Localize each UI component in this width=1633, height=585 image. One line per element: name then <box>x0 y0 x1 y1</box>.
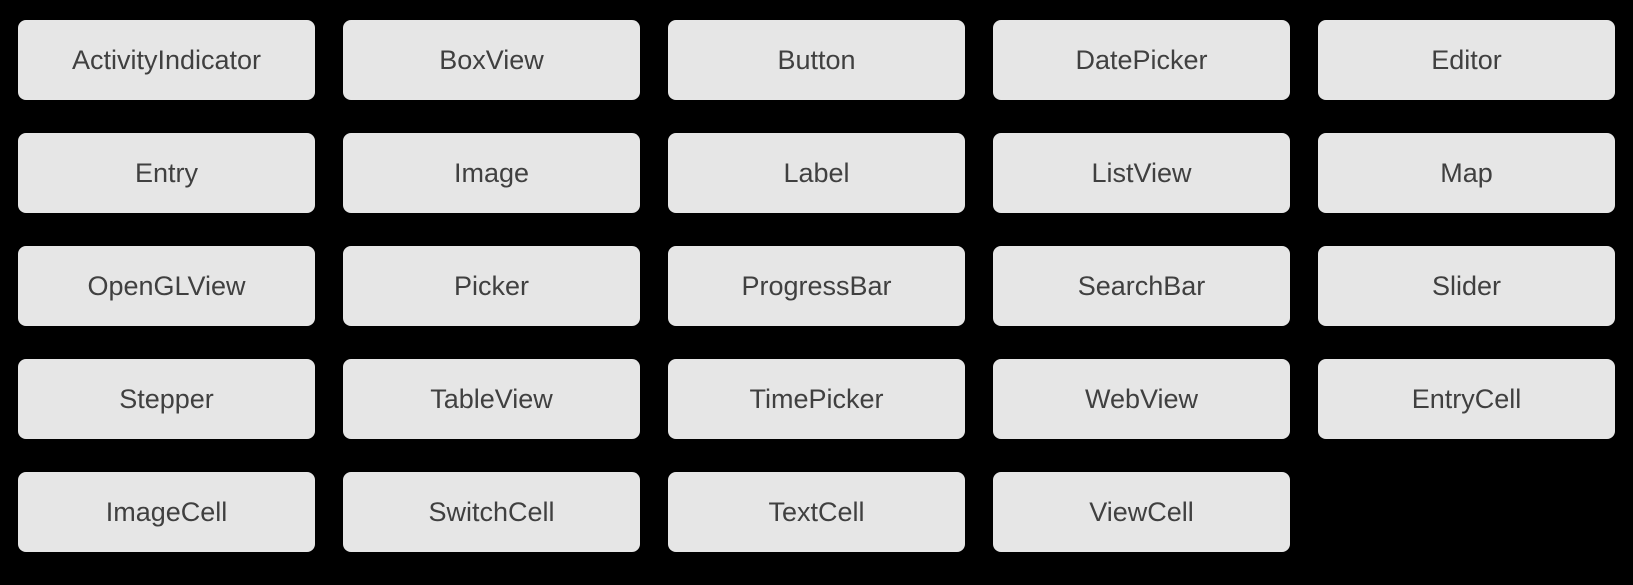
switch-cell-tile[interactable]: SwitchCell <box>343 472 640 552</box>
entry-tile[interactable]: Entry <box>18 133 315 213</box>
tile-label: OpenGLView <box>87 271 245 302</box>
date-picker-tile[interactable]: DatePicker <box>993 20 1290 100</box>
image-tile[interactable]: Image <box>343 133 640 213</box>
tile-label: Slider <box>1432 271 1501 302</box>
tile-label: SearchBar <box>1078 271 1206 302</box>
tile-label: Picker <box>454 271 529 302</box>
tile-label: Stepper <box>119 384 214 415</box>
controls-grid: ActivityIndicator BoxView Button DatePic… <box>18 20 1615 552</box>
slider-tile[interactable]: Slider <box>1318 246 1615 326</box>
tile-label: ProgressBar <box>741 271 891 302</box>
tile-label: EntryCell <box>1412 384 1522 415</box>
stepper-tile[interactable]: Stepper <box>18 359 315 439</box>
tile-label: ListView <box>1091 158 1191 189</box>
opengl-view-tile[interactable]: OpenGLView <box>18 246 315 326</box>
tile-label: TimePicker <box>749 384 883 415</box>
text-cell-tile[interactable]: TextCell <box>668 472 965 552</box>
view-cell-tile[interactable]: ViewCell <box>993 472 1290 552</box>
activity-indicator-tile[interactable]: ActivityIndicator <box>18 20 315 100</box>
entry-cell-tile[interactable]: EntryCell <box>1318 359 1615 439</box>
tile-label: TextCell <box>768 497 864 528</box>
tile-label: Entry <box>135 158 198 189</box>
tile-label: Map <box>1440 158 1493 189</box>
button-tile[interactable]: Button <box>668 20 965 100</box>
search-bar-tile[interactable]: SearchBar <box>993 246 1290 326</box>
tile-label: TableView <box>430 384 553 415</box>
tile-label: Label <box>783 158 849 189</box>
list-view-tile[interactable]: ListView <box>993 133 1290 213</box>
tile-label: SwitchCell <box>428 497 554 528</box>
image-cell-tile[interactable]: ImageCell <box>18 472 315 552</box>
tile-label: DatePicker <box>1075 45 1207 76</box>
box-view-tile[interactable]: BoxView <box>343 20 640 100</box>
tile-label: Image <box>454 158 529 189</box>
time-picker-tile[interactable]: TimePicker <box>668 359 965 439</box>
table-view-tile[interactable]: TableView <box>343 359 640 439</box>
tile-label: BoxView <box>439 45 544 76</box>
tile-label: Button <box>777 45 855 76</box>
tile-label: ImageCell <box>106 497 228 528</box>
map-tile[interactable]: Map <box>1318 133 1615 213</box>
editor-tile[interactable]: Editor <box>1318 20 1615 100</box>
progress-bar-tile[interactable]: ProgressBar <box>668 246 965 326</box>
picker-tile[interactable]: Picker <box>343 246 640 326</box>
label-tile[interactable]: Label <box>668 133 965 213</box>
web-view-tile[interactable]: WebView <box>993 359 1290 439</box>
tile-label: ViewCell <box>1089 497 1194 528</box>
tile-label: Editor <box>1431 45 1502 76</box>
tile-label: ActivityIndicator <box>72 45 261 76</box>
tile-label: WebView <box>1085 384 1198 415</box>
